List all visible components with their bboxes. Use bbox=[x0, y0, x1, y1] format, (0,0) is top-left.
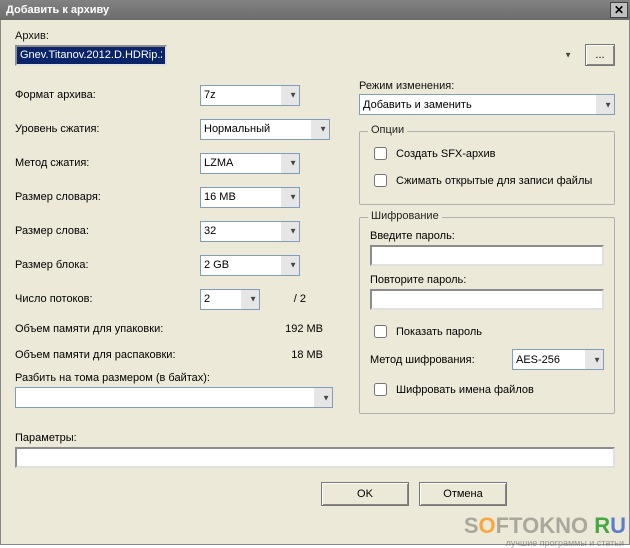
mode-select[interactable]: Добавить и заменить bbox=[359, 94, 615, 115]
params-input[interactable] bbox=[15, 447, 615, 468]
enc-names-label: Шифровать имена файлов bbox=[396, 384, 534, 396]
show-password-label: Показать пароль bbox=[396, 326, 482, 338]
mem-pack-value: 192 MB bbox=[240, 323, 333, 335]
password2-input[interactable] bbox=[370, 289, 604, 310]
cancel-button[interactable]: Отмена bbox=[419, 482, 507, 506]
password2-label: Повторите пароль: bbox=[370, 274, 604, 286]
threads-label: Число потоков: bbox=[15, 293, 200, 305]
encryption-legend: Шифрование bbox=[368, 210, 442, 222]
window-title: Добавить к архиву bbox=[6, 4, 610, 16]
format-select[interactable]: 7z bbox=[200, 85, 300, 106]
mem-unpack-value: 18 MB bbox=[240, 349, 333, 361]
close-icon[interactable]: ✕ bbox=[610, 2, 628, 18]
enc-method-select[interactable]: AES-256 bbox=[512, 349, 604, 370]
options-group: Опции Создать SFX-архив Сжимать открытые… bbox=[359, 131, 615, 205]
left-column: Формат архива: 7z Уровень сжатия: Нормал… bbox=[15, 78, 333, 426]
archive-label: Архив: bbox=[15, 28, 615, 44]
level-label: Уровень сжатия: bbox=[15, 123, 200, 135]
split-select[interactable] bbox=[15, 387, 333, 408]
ok-button[interactable]: OK bbox=[321, 482, 409, 506]
threads-max: / 2 bbox=[260, 293, 306, 305]
sfx-checkbox[interactable] bbox=[374, 147, 387, 160]
title-bar: Добавить к архиву ✕ bbox=[0, 0, 630, 20]
threads-select[interactable]: 2 bbox=[200, 289, 260, 310]
options-legend: Опции bbox=[368, 124, 407, 136]
mode-label: Режим изменения: bbox=[359, 78, 615, 94]
enc-method-label: Метод шифрования: bbox=[370, 354, 512, 366]
method-select[interactable]: LZMA bbox=[200, 153, 300, 174]
right-column: Режим изменения: Добавить и заменить Опц… bbox=[359, 78, 615, 426]
mem-pack-label: Объем памяти для упаковки: bbox=[15, 323, 240, 335]
params-label: Параметры: bbox=[15, 432, 615, 444]
block-label: Размер блока: bbox=[15, 259, 200, 271]
enc-names-checkbox[interactable] bbox=[374, 383, 387, 396]
split-label: Разбить на тома размером (в байтах): bbox=[15, 372, 333, 384]
password-label: Введите пароль: bbox=[370, 230, 604, 242]
sfx-label: Создать SFX-архив bbox=[396, 148, 496, 160]
password-input[interactable] bbox=[370, 245, 604, 266]
browse-button[interactable]: ... bbox=[585, 44, 615, 66]
format-label: Формат архива: bbox=[15, 89, 200, 101]
mem-unpack-label: Объем памяти для распаковки: bbox=[15, 349, 240, 361]
level-select[interactable]: Нормальный bbox=[200, 119, 330, 140]
block-select[interactable]: 2 GB bbox=[200, 255, 300, 276]
word-select[interactable]: 32 bbox=[200, 221, 300, 242]
dialog-body: Архив: ... Формат архива: 7z Уровень сжа… bbox=[0, 20, 630, 545]
open-label: Сжимать открытые для записи файлы bbox=[396, 175, 592, 187]
dict-select[interactable]: 16 MB bbox=[200, 187, 300, 208]
open-checkbox[interactable] bbox=[374, 174, 387, 187]
word-label: Размер слова: bbox=[15, 225, 200, 237]
archive-select-wrap bbox=[15, 45, 575, 66]
encryption-group: Шифрование Введите пароль: Повторите пар… bbox=[359, 217, 615, 414]
show-password-checkbox[interactable] bbox=[374, 325, 387, 338]
dict-label: Размер словаря: bbox=[15, 191, 200, 203]
archive-input[interactable] bbox=[15, 45, 167, 66]
method-label: Метод сжатия: bbox=[15, 157, 200, 169]
